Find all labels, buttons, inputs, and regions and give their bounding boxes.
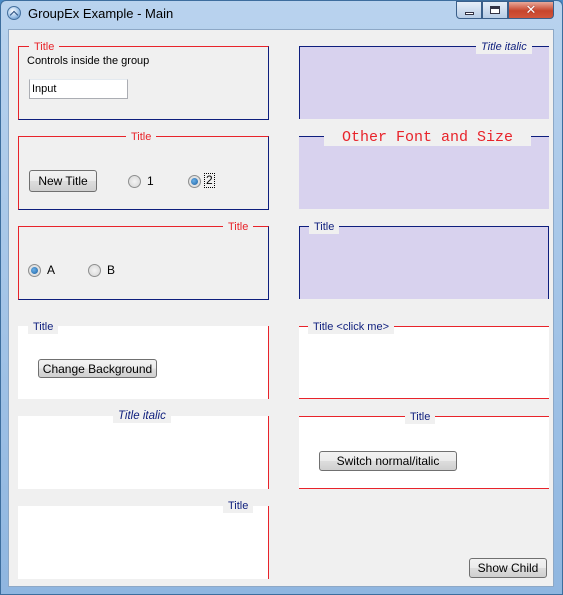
minimize-button[interactable]	[456, 1, 482, 19]
group-1-text: Controls inside the group	[27, 55, 150, 67]
group-box-r3: Title	[299, 220, 549, 299]
group-r1-title: Title italic	[476, 40, 532, 54]
radio-2[interactable]	[188, 175, 201, 188]
group-box-1: Title Controls inside the group	[18, 40, 269, 120]
group-r2-title: Other Font and Size	[324, 129, 532, 146]
radio-1[interactable]	[128, 175, 141, 188]
group-r4-title[interactable]: Title <click me>	[308, 320, 395, 334]
group-box-6: Title	[18, 499, 269, 579]
radio-a[interactable]	[28, 264, 41, 277]
client-area: Title Controls inside the group Title Ne…	[8, 29, 554, 587]
show-child-button[interactable]: Show Child	[469, 558, 547, 578]
radio-b-label: B	[107, 263, 116, 277]
close-icon: ✕	[525, 2, 537, 18]
group-box-r1: Title italic	[299, 40, 549, 119]
window-title: GroupEx Example - Main	[28, 6, 174, 21]
new-title-button[interactable]: New Title	[29, 170, 97, 192]
switch-normal-italic-button[interactable]: Switch normal/italic	[319, 451, 457, 471]
close-button[interactable]: ✕	[508, 1, 554, 19]
group-r5-title: Title	[405, 410, 436, 424]
group-r3-title: Title	[309, 220, 340, 234]
radio-1-label: 1	[147, 174, 154, 188]
group-box-r5: Title Switch normal/italic	[299, 410, 549, 489]
group-1-title: Title	[29, 40, 60, 54]
minimize-icon	[464, 11, 474, 15]
app-icon[interactable]	[7, 6, 21, 20]
radio-a-label: A	[47, 263, 56, 277]
title-bar[interactable]: GroupEx Example - Main ✕	[1, 1, 562, 27]
group-3-title: Title	[223, 220, 254, 234]
group-box-3: Title A B	[18, 220, 269, 300]
radio-b[interactable]	[88, 264, 101, 277]
group-5-title: Title italic	[113, 409, 171, 423]
group-box-r4[interactable]: Title <click me>	[299, 320, 549, 399]
group-6-title: Title	[223, 499, 254, 513]
group-box-2: Title New Title 1 2	[18, 130, 269, 210]
change-background-button[interactable]: Change Background	[38, 359, 157, 378]
group-2-title: Title	[126, 130, 157, 144]
group-box-5: Title italic	[18, 409, 269, 489]
maximize-button[interactable]	[482, 1, 508, 19]
group-box-4: Title Change Background	[18, 320, 269, 399]
maximize-icon	[490, 6, 500, 14]
group-box-r2: Other Font and Size	[299, 129, 549, 209]
group-1-input[interactable]	[29, 79, 128, 99]
group-4-title: Title	[28, 320, 59, 334]
radio-2-label: 2	[204, 173, 215, 188]
main-window: GroupEx Example - Main ✕ Title Controls …	[0, 0, 563, 595]
